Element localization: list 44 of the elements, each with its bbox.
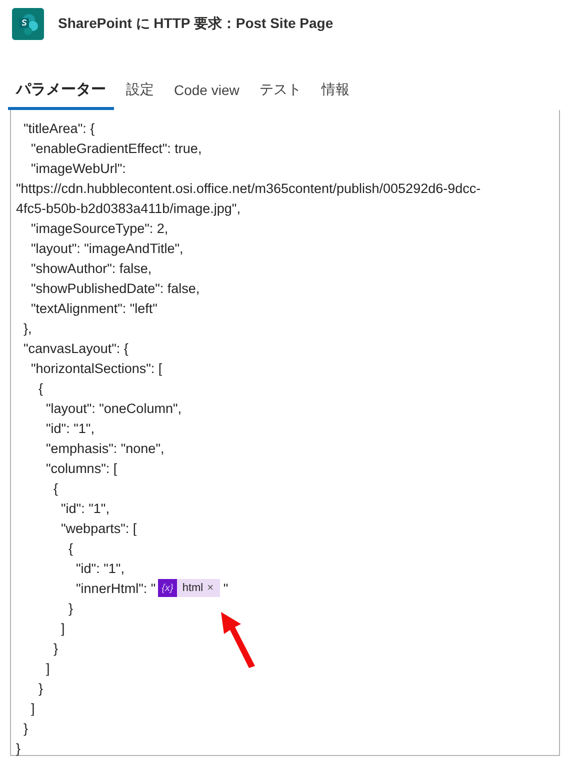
code-line: "emphasis": "none", bbox=[45, 440, 164, 456]
code-line: "showAuthor": false, bbox=[30, 260, 152, 276]
code-line: 4fc5-b50b-b2d0383a411b/image.jpg", bbox=[16, 200, 240, 216]
code-editor[interactable] bbox=[10, 110, 560, 756]
code-line: "showPublishedDate": false, bbox=[30, 280, 200, 296]
code-text: " bbox=[222, 580, 228, 596]
code-line: "textAlignment": "left" bbox=[30, 300, 158, 316]
code-line: "id": "1", bbox=[60, 500, 110, 516]
code-line: "id": "1", bbox=[45, 420, 94, 436]
code-line: "layout": "oneColumn", bbox=[45, 400, 182, 416]
code-line: { bbox=[38, 380, 44, 396]
code-line: "id": "1", bbox=[75, 560, 124, 576]
panel-title: SharePoint に HTTP 要求：Post Site Page bbox=[58, 15, 334, 33]
code-line: "https://cdn.hubblecontent.osi.office.net/m365content/publish/005292d6-9dcc- bbox=[16, 180, 481, 196]
code-line: "imageWebUrl": bbox=[30, 160, 126, 176]
code-line: { bbox=[68, 540, 74, 556]
code-line: { bbox=[52, 480, 58, 496]
code-line: "enableGradientEffect": true, bbox=[30, 140, 202, 156]
code-line: "innerHtml": " bbox=[75, 580, 156, 596]
code-line: } bbox=[38, 680, 44, 696]
code-line: "webparts": [ bbox=[60, 520, 137, 536]
variable-token[interactable]: {x} html × bbox=[158, 579, 220, 597]
code-line: } bbox=[68, 600, 74, 616]
code-line: } bbox=[22, 720, 28, 736]
code-line: "canvasLayout": { bbox=[22, 340, 128, 356]
sharepoint-logo-icon bbox=[12, 8, 44, 40]
code-line: ] bbox=[45, 660, 50, 676]
code-line: "imageSourceType": 2, bbox=[30, 220, 168, 236]
tab[interactable]: テスト bbox=[251, 76, 310, 110]
code-line: } bbox=[16, 740, 21, 756]
code-line: } bbox=[52, 640, 58, 656]
code-line: "horizontalSections": [ bbox=[30, 360, 162, 376]
tab[interactable]: 設定 bbox=[118, 76, 162, 110]
code-line: "layout": "imageAndTitle", bbox=[30, 240, 184, 256]
tab[interactable]: Code view bbox=[166, 76, 248, 110]
code-line: ] bbox=[30, 700, 35, 716]
tab[interactable]: 情報 bbox=[313, 76, 358, 110]
remove-token-button[interactable]: × bbox=[205, 582, 220, 594]
variable-icon: {x} bbox=[158, 579, 178, 597]
code-line: ] bbox=[60, 620, 65, 636]
tab[interactable]: パラメーター bbox=[8, 76, 114, 110]
code-line: "columns": [ bbox=[45, 460, 118, 476]
code-line: }, bbox=[22, 320, 32, 336]
code-line: "titleArea": { bbox=[22, 120, 95, 136]
